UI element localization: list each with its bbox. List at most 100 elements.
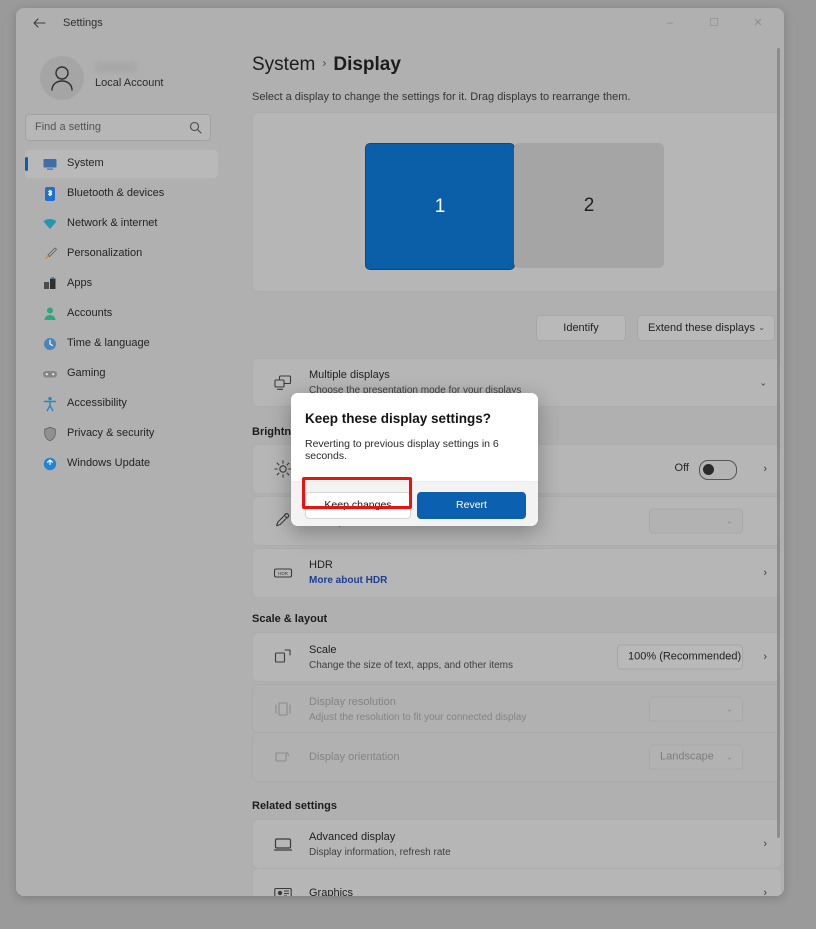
section-header-scale-layout: Scale & layout xyxy=(252,613,328,625)
multiple-displays-icon xyxy=(273,373,293,393)
sidebar-item-system[interactable]: System xyxy=(25,150,218,178)
color-profile-select[interactable]: ⌄ xyxy=(649,508,743,534)
resolution-glyph xyxy=(275,702,291,716)
monitor-icon xyxy=(42,156,58,172)
search-icon xyxy=(189,121,202,139)
orientation-icon xyxy=(273,747,293,767)
graphics-card-icon xyxy=(273,883,293,896)
toggle-knob xyxy=(703,464,714,475)
row-title: Scale xyxy=(309,644,337,656)
account-name-redacted xyxy=(95,62,137,73)
sidebar-item-label: Gaming xyxy=(67,367,106,379)
display-mode-select[interactable]: Extend these displays ⌄ xyxy=(637,315,775,341)
search-value: Find a setting xyxy=(35,121,102,133)
chevron-down-icon[interactable]: ⌄ xyxy=(759,377,767,388)
paintbrush-icon xyxy=(42,246,58,262)
eyedropper-glyph xyxy=(276,513,290,527)
sidebar-item-label: Accounts xyxy=(67,307,113,319)
revert-button[interactable]: Revert xyxy=(417,492,526,519)
dialog-body: Keep these display settings? Reverting t… xyxy=(291,393,538,481)
sidebar-item-label: Personalization xyxy=(67,247,143,259)
sidebar-item-privacy-security[interactable]: Privacy & security xyxy=(25,420,218,448)
sidebar-item-label: Windows Update xyxy=(67,457,151,469)
row-subtitle: Adjust the resolution to fit your connec… xyxy=(309,712,527,723)
keep-changes-button[interactable]: Keep changes xyxy=(305,492,411,519)
gamepad-glyph xyxy=(43,371,57,378)
chevron-right-icon[interactable]: › xyxy=(763,567,767,579)
display-orientation-select: Landscape ⌄ xyxy=(649,744,743,770)
back-arrow-glyph xyxy=(33,18,46,28)
resolution-icon xyxy=(273,699,293,719)
sidebar-nav: System Bluetooth & devices Network & int… xyxy=(25,150,218,480)
scale-select[interactable]: 100% (Recommended) ⌄ xyxy=(617,644,743,670)
breadcrumb-parent[interactable]: System xyxy=(252,54,315,75)
sidebar-item-label: Apps xyxy=(67,277,93,289)
scale-glyph xyxy=(274,649,291,663)
monitor-2[interactable]: 2 xyxy=(514,143,664,268)
row-title: Display resolution xyxy=(309,696,396,708)
row-subtitle: Display information, refresh rate xyxy=(309,847,451,858)
account-block[interactable]: Local Account xyxy=(28,50,224,106)
orientation-glyph xyxy=(275,751,289,762)
search-glyph xyxy=(189,121,202,134)
row-title: Graphics xyxy=(309,887,354,896)
hdr-row[interactable]: HDR HDR More about HDR › xyxy=(252,548,782,598)
page-subtitle: Select a display to change the settings … xyxy=(252,91,631,103)
scrollbar-thumb[interactable] xyxy=(777,48,780,838)
chevron-right-icon[interactable]: › xyxy=(763,887,767,896)
clock-globe-glyph xyxy=(44,338,56,350)
content-scrollbar[interactable] xyxy=(777,48,780,848)
wifi-icon xyxy=(42,216,58,232)
avatar xyxy=(40,56,84,100)
page-title: Display xyxy=(333,54,401,75)
sidebar-item-apps[interactable]: Apps xyxy=(25,270,218,298)
advanced-display-row[interactable]: Advanced display Display information, re… xyxy=(252,819,782,869)
display-preview-card: 1 2 Identify Extend these displays ⌄ xyxy=(252,112,782,341)
sidebar-item-windows-update[interactable]: Windows Update xyxy=(25,450,218,478)
brightness-icon xyxy=(273,459,293,479)
display-orientation-value: Landscape xyxy=(660,750,714,763)
sidebar-item-label: Privacy & security xyxy=(67,427,155,439)
search-input[interactable]: Find a setting xyxy=(25,114,211,141)
shield-glyph xyxy=(44,426,56,442)
maximize-button[interactable]: ☐ xyxy=(692,8,736,38)
keep-display-settings-dialog: Keep these display settings? Reverting t… xyxy=(291,393,538,526)
sidebar-item-label: Time & language xyxy=(67,337,150,349)
breadcrumb-separator: › xyxy=(322,56,327,70)
minimize-button[interactable]: – xyxy=(648,8,692,38)
graphics-row[interactable]: Graphics › xyxy=(252,868,782,896)
scale-icon xyxy=(273,647,293,667)
gamepad-icon xyxy=(42,366,58,382)
brightness-toggle[interactable] xyxy=(699,460,737,480)
section-header-related-settings: Related settings xyxy=(252,800,337,812)
sidebar-item-accessibility[interactable]: Accessibility xyxy=(25,390,218,418)
chevron-right-icon[interactable]: › xyxy=(763,651,767,663)
wifi-glyph xyxy=(43,219,57,229)
chevron-down-icon: ⌄ xyxy=(726,704,733,714)
apps-icon xyxy=(42,276,58,292)
shield-icon xyxy=(42,426,58,442)
chevron-down-icon: ⌄ xyxy=(726,652,733,662)
account-subtitle: Local Account xyxy=(95,77,164,89)
row-title: Display orientation xyxy=(309,751,400,763)
person-icon xyxy=(51,66,73,91)
advanced-display-icon xyxy=(273,834,293,854)
sidebar-item-accounts[interactable]: Accounts xyxy=(25,300,218,328)
chevron-right-icon[interactable]: › xyxy=(763,463,767,475)
sidebar-item-label: Bluetooth & devices xyxy=(67,187,165,199)
more-about-hdr-link[interactable]: More about HDR xyxy=(309,575,387,586)
back-arrow-icon[interactable] xyxy=(30,16,50,34)
sidebar-item-label: Accessibility xyxy=(67,397,127,409)
chevron-right-icon[interactable]: › xyxy=(763,838,767,850)
breadcrumb: System › Display xyxy=(252,54,401,76)
sidebar-item-network-internet[interactable]: Network & internet xyxy=(25,210,218,238)
sidebar-item-personalization[interactable]: Personalization xyxy=(25,240,218,268)
sidebar-item-gaming[interactable]: Gaming xyxy=(25,360,218,388)
brightness-glyph xyxy=(274,460,292,478)
identify-button[interactable]: Identify xyxy=(536,315,626,341)
sidebar-item-bluetooth-devices[interactable]: Bluetooth & devices xyxy=(25,180,218,208)
monitor-1[interactable]: 1 xyxy=(365,143,515,270)
close-button[interactable]: ✕ xyxy=(736,8,780,38)
scale-row[interactable]: Scale Change the size of text, apps, and… xyxy=(252,632,782,682)
sidebar-item-time-language[interactable]: Time & language xyxy=(25,330,218,358)
